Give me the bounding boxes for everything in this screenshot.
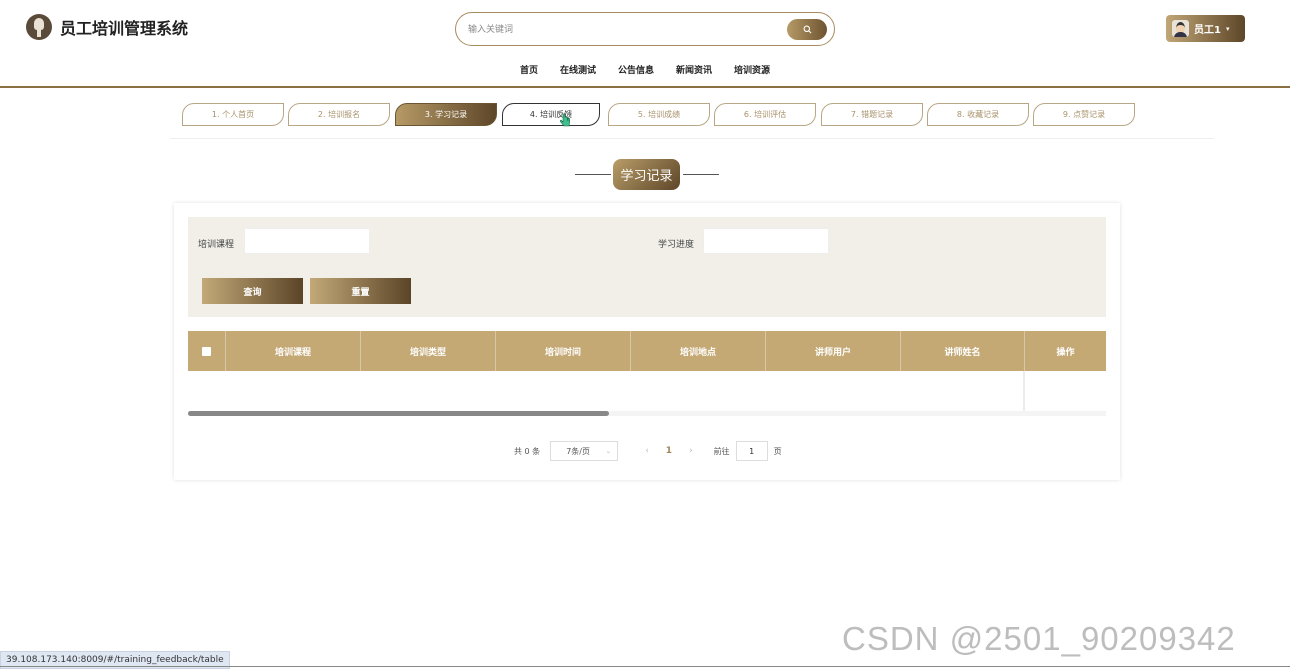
section-heading: 学习记录 — [575, 159, 719, 191]
progress-label: 学习进度 — [658, 240, 695, 250]
divider — [170, 138, 1214, 139]
column-header[interactable]: 培训时间 — [496, 331, 631, 371]
tab-favorites[interactable]: 8. 收藏记录 — [927, 103, 1029, 126]
user-menu-button[interactable]: 员工1 ▾ — [1166, 15, 1245, 42]
nav-item-online-test[interactable]: 在线测试 — [560, 63, 596, 76]
prev-page-icon[interactable]: ‹ — [645, 446, 649, 456]
scrollbar-thumb[interactable] — [188, 411, 609, 416]
select-all-checkbox[interactable] — [202, 346, 211, 356]
top-header: 员工培训管理系统 员工1 ▾ 首页 在线测试 公告信息 新闻资讯 培训资源 — [0, 0, 1290, 88]
fixed-column-shadow — [1023, 371, 1025, 415]
progress-field[interactable] — [703, 228, 829, 254]
app-title: 员工培训管理系统 — [60, 19, 189, 38]
tab-training-signup[interactable]: 2. 培训报名 — [288, 103, 390, 126]
nav-item-news[interactable]: 新闻资讯 — [676, 63, 712, 76]
nav-item-notice[interactable]: 公告信息 — [618, 63, 654, 76]
goto-suffix: 页 — [773, 446, 782, 456]
column-header[interactable]: 讲师姓名 — [901, 331, 1025, 371]
nav-item-resources[interactable]: 培训资源 — [734, 63, 770, 76]
watermark: CSDN @2501_90209342 — [842, 620, 1236, 657]
goto-page-input[interactable]: 1 — [735, 441, 768, 461]
main-nav: 首页 在线测试 公告信息 新闻资讯 培训资源 — [0, 63, 1290, 76]
avatar — [1172, 20, 1189, 37]
reset-button[interactable]: 重置 — [310, 278, 411, 304]
chevron-down-icon: ⌄ — [605, 447, 612, 455]
pagination: 共 0 条 7条/页 ⌄ ‹ 1 › 前往 1 页 — [514, 441, 782, 461]
table-header: 培训课程 培训类型 培训时间 培训地点 讲师用户 讲师姓名 操作 — [188, 331, 1106, 371]
column-header[interactable]: 培训地点 — [631, 331, 766, 371]
tab-training-scores[interactable]: 5. 培训成绩 — [608, 103, 710, 126]
tab-training-feedback[interactable]: 4. 培训反馈 — [502, 103, 600, 126]
next-page-icon[interactable]: › — [689, 446, 693, 456]
user-name: 员工1 — [1194, 25, 1221, 36]
search-button[interactable] — [787, 19, 827, 40]
mic-icon — [26, 14, 52, 40]
page-size-value: 7条/页 — [566, 446, 590, 456]
tab-wrong-questions[interactable]: 7. 错题记录 — [821, 103, 923, 126]
divider — [683, 174, 719, 175]
column-header[interactable]: 培训课程 — [226, 331, 361, 371]
column-header: 操作 — [1056, 347, 1075, 358]
course-field[interactable] — [244, 228, 370, 254]
search-input[interactable] — [468, 21, 768, 39]
search-bar — [455, 12, 835, 46]
tab-personal-home[interactable]: 1. 个人首页 — [182, 103, 284, 126]
column-header[interactable]: 讲师用户 — [766, 331, 901, 371]
tab-likes[interactable]: 9. 点赞记录 — [1033, 103, 1135, 126]
nav-item-home[interactable]: 首页 — [520, 63, 538, 76]
filter-panel: 培训课程 学习进度 查询 重置 — [188, 217, 1106, 317]
chevron-down-icon: ▾ — [1225, 24, 1230, 33]
records-card: 培训课程 学习进度 查询 重置 培训课程 培训类型 培训时间 培训地点 讲师用户… — [174, 203, 1120, 480]
divider — [575, 174, 611, 175]
total-count: 共 0 条 — [514, 446, 541, 456]
divider — [0, 666, 1290, 667]
query-button[interactable]: 查询 — [202, 278, 303, 304]
tab-study-records[interactable]: 3. 学习记录 — [395, 103, 497, 126]
tab-training-evaluation[interactable]: 6. 培训评估 — [714, 103, 816, 126]
current-page[interactable]: 1 — [666, 446, 672, 456]
app-logo[interactable]: 员工培训管理系统 — [26, 14, 188, 40]
page-title: 学习记录 — [613, 159, 680, 190]
goto-label: 前往 — [713, 446, 730, 456]
select-all-cell — [188, 331, 226, 371]
course-label: 培训课程 — [198, 240, 235, 250]
pointer-cursor-icon — [560, 113, 570, 127]
search-icon — [803, 25, 811, 34]
page-size-select[interactable]: 7条/页 ⌄ — [550, 441, 619, 461]
column-header[interactable]: 培训类型 — [361, 331, 496, 371]
